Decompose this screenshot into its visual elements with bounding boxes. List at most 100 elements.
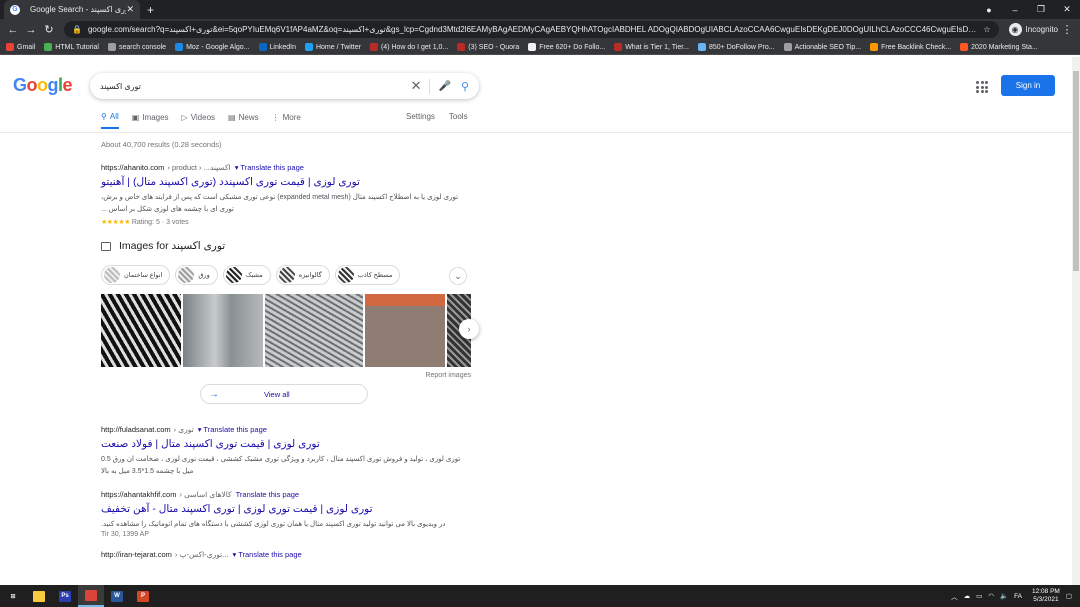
wifi-icon[interactable]: ◠ bbox=[988, 592, 994, 600]
translate-link[interactable]: ▾ Translate this page bbox=[232, 550, 301, 559]
tab-images[interactable]: ▣ Images bbox=[132, 112, 169, 129]
taskbar-explorer[interactable] bbox=[26, 585, 52, 607]
bookmark-item[interactable]: 850+ DoFollow Pro... bbox=[698, 43, 775, 51]
bookmarks-bar: Gmail HTML Tutorial search console Moz - Go… bbox=[0, 40, 1080, 55]
result-cite: http://iran-tejarat.com › توری-اکس-پ... … bbox=[101, 550, 471, 559]
image-thumbnail[interactable] bbox=[101, 294, 181, 367]
taskbar-word[interactable]: W bbox=[104, 585, 130, 607]
settings-link[interactable]: Settings bbox=[406, 112, 435, 121]
tab-more[interactable]: ⋮ More bbox=[272, 112, 301, 129]
search-box[interactable]: توری اکسپند ✕ 🎤 ⚲ bbox=[90, 73, 479, 99]
bookmark-item[interactable]: Home / Twitter bbox=[304, 43, 361, 51]
chip-thumbnail bbox=[225, 267, 242, 283]
bookmark-item[interactable]: (3) SEO - Quora bbox=[457, 43, 519, 51]
search-result: https://ahanito.com › product › ...اکسپن… bbox=[101, 163, 471, 226]
sign-in-button[interactable]: Sign in bbox=[1001, 75, 1055, 96]
image-thumbnail[interactable] bbox=[183, 294, 263, 367]
back-button[interactable]: ← bbox=[4, 24, 22, 36]
image-chip[interactable]: مشبک bbox=[222, 265, 271, 285]
incognito-indicator[interactable]: ◉ Incognito bbox=[1008, 23, 1058, 36]
search-result: https://ahantakhfif.com › کالاهای اساسی … bbox=[101, 490, 471, 538]
image-chip[interactable]: گالوانیزه bbox=[275, 265, 330, 285]
bookmark-item[interactable]: 2020 Marketing Sta... bbox=[960, 43, 1038, 51]
forward-button[interactable]: → bbox=[22, 24, 40, 36]
image-chip[interactable]: مسطح کاذب bbox=[334, 265, 401, 285]
result-title[interactable]: توری لوزی | قیمت توری لوزی | توری اکسپند… bbox=[101, 503, 471, 515]
bookmark-item[interactable]: HTML Tutorial bbox=[44, 43, 99, 51]
result-title[interactable]: توری لوزی | قیمت توری اکسپند متال | فولا… bbox=[101, 438, 471, 450]
image-thumbnail[interactable] bbox=[265, 294, 363, 367]
url-text: google.com/search?q=توری+اکسپند&ei=5qoPY… bbox=[87, 25, 978, 34]
minimize-button[interactable]: – bbox=[1002, 5, 1028, 15]
bookmark-item[interactable]: LinkedIn bbox=[258, 43, 296, 51]
tab-videos[interactable]: ▷ Videos bbox=[182, 112, 215, 129]
search-icon[interactable]: ⚲ bbox=[461, 80, 469, 93]
image-chips: انواع ساختمان ورق مشبک گالوانیزه مسطح کاذب bbox=[101, 264, 471, 286]
search-divider bbox=[429, 78, 431, 94]
images-heading[interactable]: Images for توری اکسپند bbox=[101, 240, 471, 252]
powerpoint-icon: P bbox=[137, 590, 149, 602]
notifications-icon[interactable]: ▢ bbox=[1066, 592, 1072, 600]
scrollbar-thumb[interactable] bbox=[1073, 71, 1079, 271]
menu-icon[interactable]: ⋮ bbox=[1058, 23, 1076, 36]
chips-expand-icon[interactable]: ⌄ bbox=[449, 267, 467, 285]
bookmark-item[interactable]: (4) How do I get 1,0... bbox=[369, 43, 448, 51]
image-chip[interactable]: ورق bbox=[175, 265, 218, 285]
network-icon[interactable]: ☁ bbox=[964, 592, 971, 600]
bookmark-favicon-icon bbox=[528, 43, 537, 51]
volume-icon[interactable]: 🔈 bbox=[1000, 592, 1008, 600]
bookmark-favicon-icon bbox=[6, 43, 14, 51]
battery-icon[interactable]: ▭ bbox=[976, 592, 982, 600]
clear-search-icon[interactable]: ✕ bbox=[411, 78, 422, 94]
taskbar-start[interactable]: ⊞ bbox=[0, 585, 26, 607]
image-thumbnail[interactable] bbox=[365, 294, 445, 367]
voice-search-icon[interactable]: 🎤 bbox=[438, 81, 450, 92]
address-bar[interactable]: 🔒 google.com/search?q=توری+اکسپند&ei=5qo… bbox=[64, 21, 999, 38]
google-apps-icon[interactable] bbox=[976, 81, 988, 93]
taskbar-powerpoint[interactable]: P bbox=[130, 585, 156, 607]
bookmark-favicon-icon bbox=[457, 43, 466, 51]
page-scrollbar[interactable] bbox=[1072, 57, 1080, 585]
bookmark-favicon-icon bbox=[783, 43, 792, 51]
report-images-link[interactable]: Report images bbox=[101, 372, 471, 379]
bookmark-star-icon[interactable]: ☆ bbox=[977, 25, 990, 34]
image-chip[interactable]: انواع ساختمان bbox=[101, 265, 171, 285]
bookmark-item[interactable]: Free Backlink Check... bbox=[870, 43, 951, 51]
google-logo[interactable]: Google bbox=[13, 75, 73, 96]
result-site[interactable]: https://ahanito.com bbox=[101, 163, 164, 172]
taskbar-photoshop[interactable]: Ps bbox=[52, 585, 78, 607]
result-site[interactable]: http://iran-tejarat.com bbox=[101, 550, 172, 559]
language-indicator[interactable]: FA bbox=[1014, 593, 1022, 600]
bookmark-item[interactable]: Moz - Google Algo... bbox=[175, 43, 250, 51]
clock-date: 5/3/2021 bbox=[1033, 596, 1059, 603]
images-next-icon[interactable]: › bbox=[459, 319, 479, 339]
close-window-button[interactable]: ✕ bbox=[1054, 4, 1080, 15]
bookmark-item[interactable]: Actionable SEO Tip... bbox=[783, 43, 861, 51]
result-site[interactable]: https://ahantakhfif.com bbox=[101, 490, 176, 499]
tab-close-icon[interactable]: ✕ bbox=[126, 4, 134, 15]
result-site[interactable]: http://fuladsanat.com bbox=[101, 425, 171, 434]
translate-link[interactable]: ▾ Translate this page bbox=[198, 425, 267, 434]
reload-button[interactable]: ↻ bbox=[40, 23, 58, 36]
bookmark-item[interactable]: Free 620+ Do Follo... bbox=[528, 43, 605, 51]
result-title[interactable]: توری لوزی | قیمت توری اکسپندد (توری اکسپ… bbox=[101, 176, 471, 188]
tab-news[interactable]: ▤ News bbox=[228, 112, 259, 129]
bookmark-item[interactable]: Gmail bbox=[6, 43, 35, 51]
browser-toolbar: ← → ↻ 🔒 google.com/search?q=توری+اکسپند&… bbox=[0, 19, 1080, 40]
tools-link[interactable]: Tools bbox=[449, 112, 468, 121]
tray-chevron-icon[interactable]: ︿ bbox=[951, 591, 958, 601]
translate-link[interactable]: ▾ Translate this page bbox=[235, 163, 304, 172]
new-tab-button[interactable]: + bbox=[147, 3, 154, 17]
bookmark-item[interactable]: What is Tier 1, Tier... bbox=[614, 43, 689, 51]
translate-link[interactable]: Translate this page bbox=[236, 490, 300, 499]
browser-tab[interactable]: G Google Search - توری اکسپند ✕ bbox=[4, 0, 140, 19]
clock[interactable]: 12:08 PM 5/3/2021 bbox=[1032, 588, 1060, 604]
tab-all[interactable]: ⚲ All bbox=[101, 112, 119, 129]
maximize-button[interactable]: ❐ bbox=[1028, 4, 1054, 15]
tab-title: Google Search - توری اکسپند bbox=[30, 5, 126, 14]
view-all-button[interactable]: → View all bbox=[200, 384, 368, 404]
taskbar-chrome[interactable] bbox=[78, 585, 104, 607]
bookmark-item[interactable]: search console bbox=[107, 43, 166, 51]
search-input[interactable]: توری اکسپند bbox=[100, 82, 411, 91]
chip-thumbnail bbox=[104, 267, 120, 283]
